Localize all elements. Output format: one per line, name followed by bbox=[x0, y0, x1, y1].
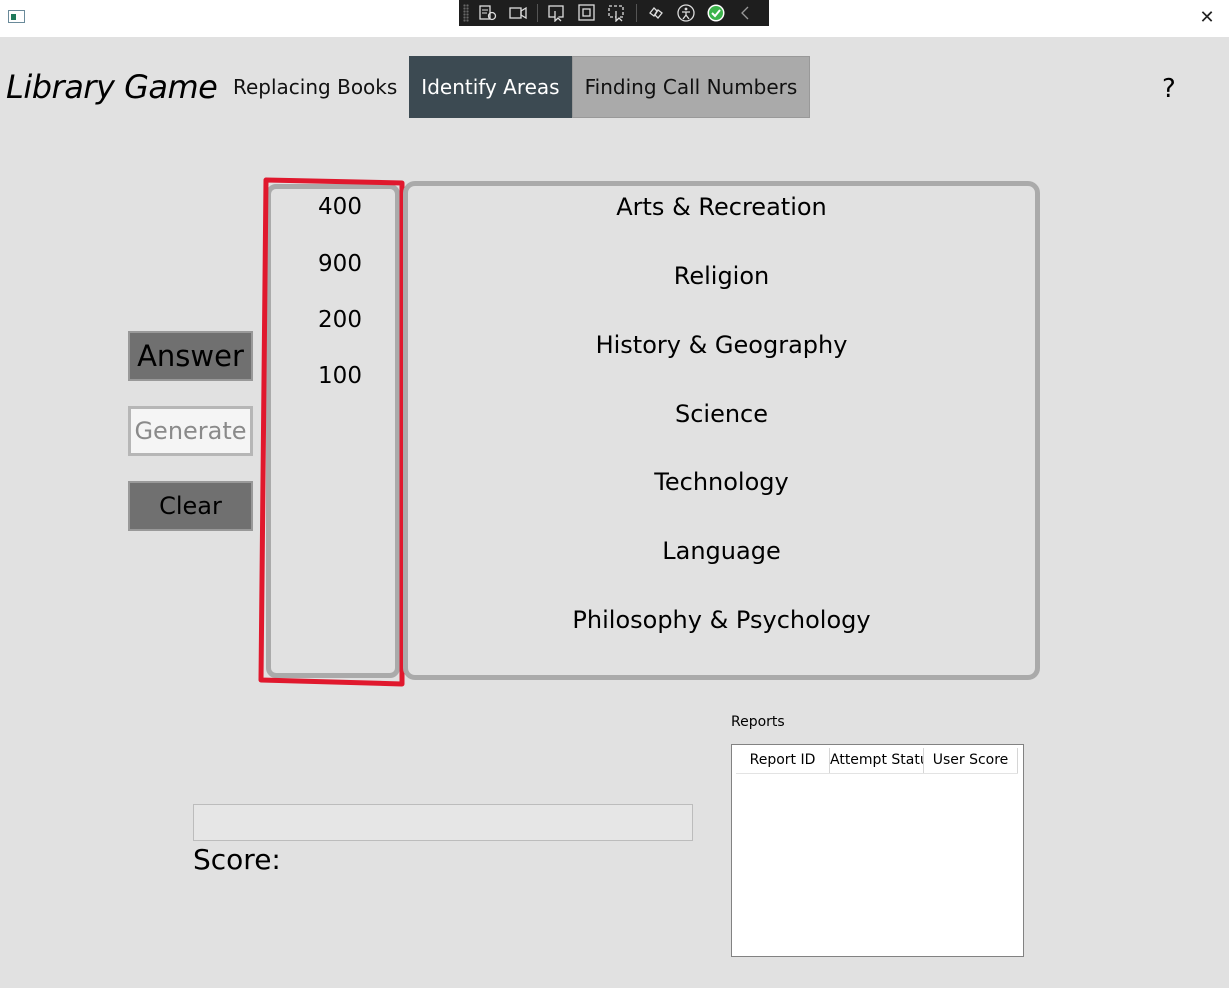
area-item[interactable]: History & Geography bbox=[403, 331, 1040, 359]
area-item[interactable]: Science bbox=[403, 400, 1040, 428]
help-button[interactable]: ? bbox=[1162, 74, 1176, 104]
reports-grid[interactable]: Report ID Attempt Status User Score bbox=[731, 744, 1024, 957]
live-visual-tree-icon[interactable] bbox=[477, 3, 499, 23]
binding-failures-icon[interactable] bbox=[645, 3, 667, 23]
area-item[interactable]: Arts & Recreation bbox=[403, 193, 1040, 221]
toolbar-grip-handle[interactable] bbox=[463, 4, 469, 22]
display-layout-adorners-icon[interactable] bbox=[576, 3, 598, 23]
collapse-chevron-icon[interactable] bbox=[735, 3, 757, 23]
area-item[interactable]: Technology bbox=[403, 468, 1040, 496]
app-title: Library Game bbox=[6, 68, 218, 106]
clear-button[interactable]: Clear bbox=[128, 481, 253, 531]
area-item[interactable]: Philosophy & Psychology bbox=[403, 606, 1040, 634]
score-progress-bar bbox=[193, 804, 693, 841]
toolbar-separator bbox=[537, 4, 538, 22]
tab-finding-call-numbers[interactable]: Finding Call Numbers bbox=[571, 56, 811, 118]
tab-replacing-books[interactable]: Replacing Books bbox=[221, 56, 409, 118]
reports-label: Reports bbox=[731, 714, 785, 730]
area-item[interactable]: Language bbox=[403, 537, 1040, 565]
number-item[interactable]: 900 bbox=[266, 251, 414, 277]
generate-button[interactable]: Generate bbox=[128, 406, 253, 456]
checkmark-icon[interactable] bbox=[705, 3, 727, 23]
tab-bar: Replacing Books Identify Areas Finding C… bbox=[221, 56, 811, 118]
select-element-icon[interactable] bbox=[546, 3, 568, 23]
close-window-button[interactable]: ✕ bbox=[1195, 6, 1219, 30]
area-item[interactable]: Religion bbox=[403, 262, 1040, 290]
reports-grid-header: Report ID Attempt Status User Score bbox=[736, 748, 1018, 774]
number-item[interactable]: 100 bbox=[266, 363, 414, 389]
camera-icon[interactable] bbox=[507, 3, 529, 23]
app-window-icon bbox=[8, 10, 25, 23]
number-item[interactable]: 400 bbox=[266, 194, 414, 220]
column-header-report-id[interactable]: Report ID bbox=[736, 748, 830, 773]
score-label: Score: bbox=[193, 843, 281, 876]
number-item[interactable]: 200 bbox=[266, 307, 414, 333]
column-header-user-score[interactable]: User Score bbox=[924, 748, 1018, 773]
track-focus-icon[interactable] bbox=[606, 3, 628, 23]
accessibility-icon[interactable] bbox=[675, 3, 697, 23]
column-header-attempt-status[interactable]: Attempt Status bbox=[830, 748, 924, 773]
tab-identify-areas[interactable]: Identify Areas bbox=[409, 56, 572, 118]
toolbar-separator bbox=[636, 4, 637, 22]
debug-toolbar bbox=[459, 0, 769, 26]
answer-button[interactable]: Answer bbox=[128, 331, 253, 381]
